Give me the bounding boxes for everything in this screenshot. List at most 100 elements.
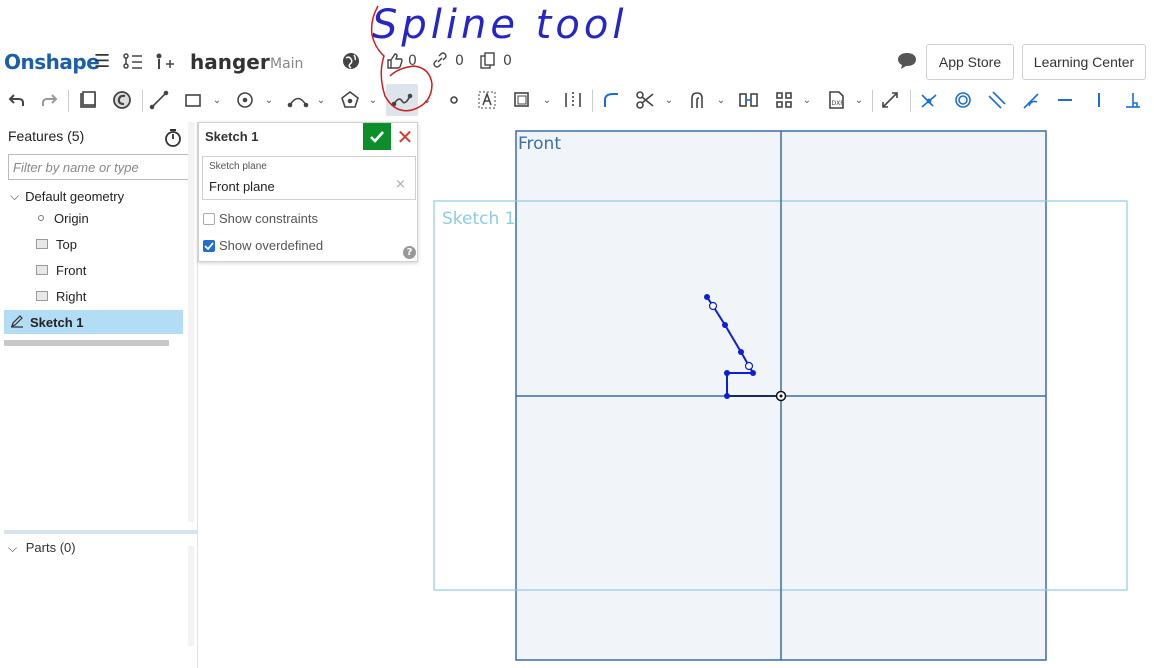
tree-item-origin[interactable]: Origin — [38, 207, 89, 229]
coincident-icon[interactable] — [918, 84, 940, 116]
clear-icon[interactable]: × — [395, 177, 406, 192]
fillet-icon[interactable] — [600, 84, 622, 116]
pencil-icon — [10, 314, 24, 331]
show-constraints-checkbox[interactable] — [203, 212, 215, 225]
cancel-button[interactable]: ✕ — [393, 123, 417, 150]
copy-icon[interactable] — [479, 52, 497, 75]
plane-icon — [36, 291, 48, 301]
parallel-icon[interactable] — [986, 84, 1008, 116]
chevron-down-icon[interactable]: ⌵ — [10, 189, 19, 204]
pattern-dropdown-chevron-icon[interactable]: ⌄ — [800, 84, 814, 116]
pattern-icon[interactable] — [772, 84, 796, 116]
new-sketch-icon[interactable] — [76, 84, 100, 116]
origin-marker-dot — [779, 394, 783, 398]
tree-item-sketch[interactable]: Sketch 1 — [10, 311, 83, 333]
branch-name[interactable]: Main — [270, 56, 303, 72]
help-icon[interactable]: ? — [403, 246, 416, 259]
show-constraints-row[interactable]: Show constraints — [203, 211, 318, 226]
dimension-icon[interactable] — [736, 84, 762, 116]
filter-input[interactable] — [8, 154, 189, 180]
show-overdefined-checkbox[interactable] — [203, 239, 215, 252]
line-icon[interactable] — [148, 84, 170, 116]
insert-icon[interactable] — [154, 52, 176, 77]
parts-node[interactable]: ⌵ Parts (0) — [8, 540, 76, 556]
default-geometry-label: Default geometry — [25, 188, 125, 204]
globe-icon[interactable] — [342, 52, 360, 75]
tree-item-top[interactable]: Top — [36, 233, 77, 255]
learning-center-button[interactable]: Learning Center — [1022, 44, 1146, 80]
onshape-window: Spline tool Onshape ☰ hanger Main 0 0 0 — [0, 0, 1154, 668]
arc-icon[interactable] — [286, 84, 310, 116]
parts-scrollbar[interactable] — [188, 546, 194, 646]
transform-icon[interactable] — [878, 84, 902, 116]
offset-icon[interactable] — [510, 84, 534, 116]
dxf-icon[interactable]: DXF — [824, 84, 848, 116]
rectangle-icon[interactable] — [182, 84, 204, 116]
circle-icon[interactable] — [234, 84, 256, 116]
comments-icon[interactable] — [896, 51, 918, 76]
onshape-logo[interactable]: Onshape — [4, 50, 100, 74]
feature-list-icon[interactable] — [122, 52, 144, 77]
tree-item-front[interactable]: Front — [36, 259, 86, 281]
spline-point[interactable] — [704, 294, 710, 300]
toolbar-separator — [142, 90, 143, 112]
link-count: 0 — [455, 53, 464, 69]
chevron-down-icon[interactable]: ⌵ — [8, 541, 17, 555]
checkmark-icon — [370, 130, 384, 143]
polygon-icon[interactable] — [338, 84, 362, 116]
use-icon[interactable] — [110, 84, 134, 116]
sketch-plane-field[interactable]: Sketch plane Front plane × — [202, 156, 416, 200]
sketch-point[interactable] — [724, 393, 730, 399]
text-icon[interactable] — [476, 84, 498, 116]
extend-icon[interactable] — [686, 84, 710, 116]
sketch-plane-value: Front plane — [209, 179, 275, 194]
plane-icon — [36, 239, 48, 249]
front-plane-label: Front — [518, 134, 561, 154]
panel-divider[interactable] — [4, 530, 198, 534]
toolbar-separator — [910, 90, 911, 112]
undo-icon[interactable] — [6, 84, 28, 116]
sketch-feature-label: Sketch 1 — [30, 314, 84, 330]
horizontal-icon[interactable] — [1054, 84, 1076, 116]
spline-handle[interactable] — [744, 361, 754, 371]
tree-item-label: Front — [56, 262, 87, 278]
origin-icon — [38, 215, 44, 221]
offset-dropdown-chevron-icon[interactable]: ⌄ — [540, 84, 554, 116]
svg-text:DXF: DXF — [832, 100, 845, 107]
spline-point[interactable] — [722, 322, 728, 328]
trim-dropdown-chevron-icon[interactable]: ⌄ — [662, 84, 676, 116]
tree-item-right[interactable]: Right — [36, 285, 86, 307]
default-geometry-node[interactable]: ⌵ Default geometry — [10, 185, 124, 207]
show-overdefined-row[interactable]: Show overdefined — [203, 238, 323, 253]
timer-icon[interactable] — [164, 128, 182, 152]
sketch-point[interactable] — [750, 370, 756, 376]
trim-icon[interactable] — [634, 84, 656, 116]
app-store-button[interactable]: App Store — [926, 44, 1014, 80]
tangent-icon[interactable] — [1020, 84, 1042, 116]
concentric-icon[interactable] — [952, 84, 974, 116]
mirror-icon[interactable] — [562, 84, 584, 116]
perpendicular-icon[interactable] — [1122, 84, 1144, 116]
spline-handle[interactable] — [708, 301, 718, 311]
menu-icon[interactable]: ☰ — [94, 52, 110, 72]
toolbar-separator — [592, 90, 593, 112]
rectangle-dropdown-chevron-icon[interactable]: ⌄ — [210, 84, 224, 116]
sketch-plane-label: Sketch plane — [209, 161, 267, 172]
tree-item-label: Right — [56, 288, 87, 304]
sketch-point[interactable] — [724, 370, 730, 376]
accept-button[interactable] — [363, 123, 391, 150]
toolbar-separator — [872, 90, 873, 112]
tree-item-label: Origin — [54, 210, 89, 226]
vertical-scrollbar[interactable] — [188, 122, 194, 522]
spline-point[interactable] — [738, 349, 744, 355]
document-name[interactable]: hanger — [190, 50, 270, 74]
redo-icon[interactable] — [38, 84, 60, 116]
vertical-icon[interactable] — [1088, 84, 1110, 116]
checkmark-icon — [204, 241, 214, 250]
circle-dropdown-chevron-icon[interactable]: ⌄ — [262, 84, 276, 116]
horizontal-scrollbar[interactable] — [4, 340, 169, 346]
arc-dropdown-chevron-icon[interactable]: ⌄ — [314, 84, 328, 116]
sketch-dialog: Sketch 1 ✕ Sketch plane Front plane × Sh… — [198, 122, 418, 262]
dxf-dropdown-chevron-icon[interactable]: ⌄ — [852, 84, 866, 116]
extend-dropdown-chevron-icon[interactable]: ⌄ — [714, 84, 728, 116]
